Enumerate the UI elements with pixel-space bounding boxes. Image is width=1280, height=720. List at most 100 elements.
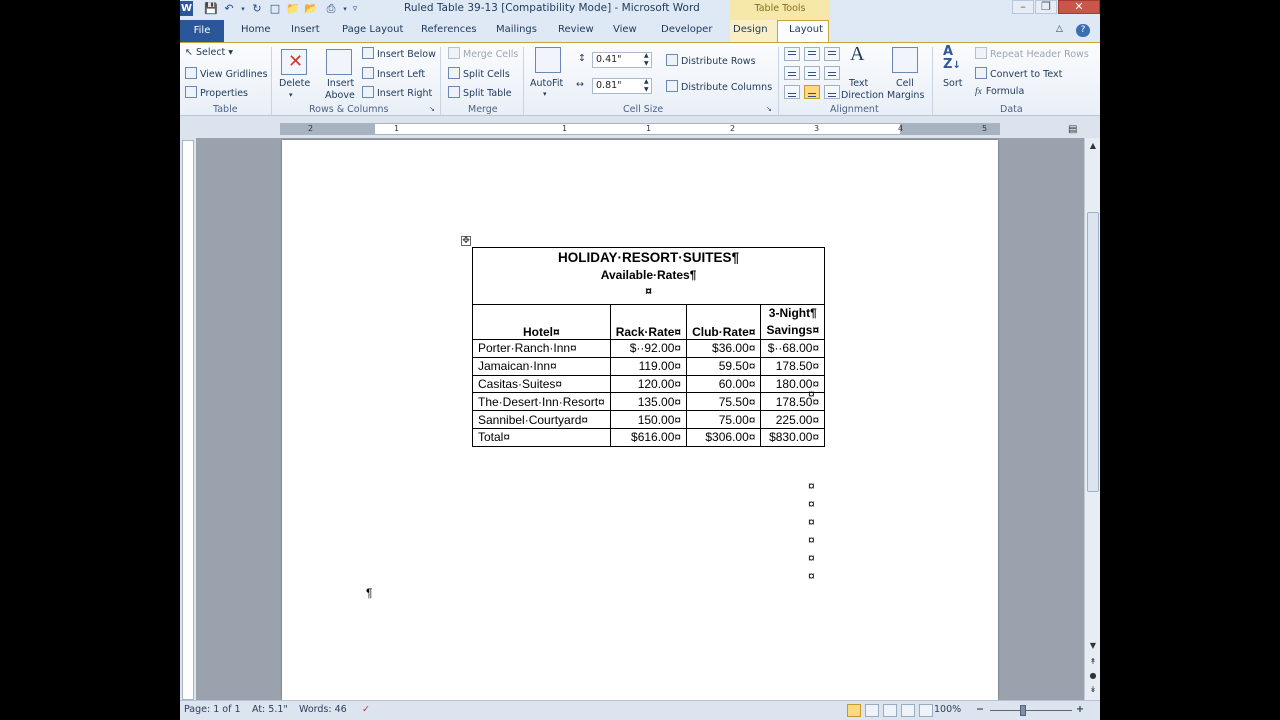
cell-rack-rate[interactable]: $··92.00¤ xyxy=(609,339,688,358)
zoom-slider[interactable] xyxy=(990,710,1072,711)
cell-savings[interactable]: $830.00¤ xyxy=(760,427,826,447)
next-page-icon[interactable]: ↡ xyxy=(1087,684,1099,696)
split-cells-button[interactable]: Split Cells xyxy=(448,67,510,80)
horizontal-ruler[interactable]: 2 1 1 1 2 3 4 5 ▤ xyxy=(180,120,1100,138)
zoom-in-icon[interactable]: + xyxy=(1076,704,1084,715)
autofit-dropdown-icon[interactable]: ▾ xyxy=(543,90,547,98)
header-savings[interactable]: 3-Night¶ Savings¤ xyxy=(760,304,826,340)
column-width-input[interactable]: 0.81" xyxy=(592,78,652,94)
row-height-input[interactable]: 0.41" xyxy=(592,52,652,68)
tab-review[interactable]: Review xyxy=(558,24,594,35)
new-document-icon[interactable]: □ xyxy=(268,2,282,16)
cell-margins-label-2[interactable]: Margins xyxy=(887,90,924,101)
zoom-slider-thumb[interactable] xyxy=(1020,705,1026,716)
repeat-header-rows-button[interactable]: Repeat Header Rows xyxy=(975,47,1089,60)
formula-button[interactable]: fx Formula xyxy=(975,86,1024,97)
delete-button[interactable]: Delete xyxy=(279,78,310,89)
view-gridlines-button[interactable]: View Gridlines xyxy=(185,67,268,80)
autofit-button[interactable]: AutoFit xyxy=(530,78,563,89)
cell-hotel[interactable]: Total¤ xyxy=(472,427,611,447)
cell-club-rate[interactable]: 59.50¤ xyxy=(686,356,762,376)
align-top-center-button[interactable] xyxy=(804,47,820,61)
tab-file[interactable]: File xyxy=(180,20,224,42)
outline-view-icon[interactable] xyxy=(901,704,915,717)
align-bottom-right-button[interactable] xyxy=(824,85,840,99)
tab-insert[interactable]: Insert xyxy=(291,24,320,35)
cell-rack-rate[interactable]: 120.00¤ xyxy=(609,374,688,394)
vertical-scrollbar[interactable]: ▲ ▼ ↟ ● ↡ xyxy=(1084,138,1100,700)
folder-icon[interactable]: 📂 xyxy=(304,2,318,16)
delete-table-icon[interactable]: ✕ xyxy=(281,49,307,75)
previous-page-icon[interactable]: ↟ xyxy=(1087,656,1099,668)
table-title-cell[interactable]: HOLIDAY·RESORT·SUITES¶ Available·Rates¶ … xyxy=(471,247,826,305)
cell-rack-rate[interactable]: $616.00¤ xyxy=(609,427,688,447)
cursor-position[interactable]: At: 5.1" xyxy=(252,704,288,715)
tab-layout[interactable]: Layout xyxy=(789,24,823,35)
browse-object-icon[interactable]: ● xyxy=(1087,670,1099,682)
undo-icon[interactable]: ↶ xyxy=(222,2,236,16)
redo-icon[interactable]: ↻ xyxy=(250,2,264,16)
page-count[interactable]: Page: 1 of 1 xyxy=(184,704,241,715)
scrollbar-thumb[interactable] xyxy=(1087,212,1099,492)
rows-columns-launcher-icon[interactable]: ↘ xyxy=(429,105,435,113)
tab-page-layout[interactable]: Page Layout xyxy=(342,24,403,35)
rates-table[interactable]: HOLIDAY·RESORT·SUITES¶ Available·Rates¶ … xyxy=(471,247,826,447)
insert-above-label-1[interactable]: Insert xyxy=(327,78,354,89)
merge-cells-button[interactable]: Merge Cells xyxy=(448,47,518,60)
align-bottom-center-button[interactable] xyxy=(804,85,820,99)
draft-view-icon[interactable] xyxy=(919,704,933,717)
ruler-toggle-icon[interactable]: ▤ xyxy=(1068,124,1077,135)
tab-references[interactable]: References xyxy=(421,24,477,35)
cell-savings[interactable]: 225.00¤ xyxy=(760,410,826,429)
cell-rack-rate[interactable]: 150.00¤ xyxy=(609,410,688,429)
cell-club-rate[interactable]: $306.00¤ xyxy=(686,427,762,447)
sort-icon[interactable]: A Z↓ xyxy=(943,45,961,72)
zoom-level[interactable]: 100% xyxy=(934,704,961,715)
cell-club-rate[interactable]: 75.00¤ xyxy=(686,410,762,429)
cell-club-rate[interactable]: 60.00¤ xyxy=(686,374,762,394)
help-icon[interactable]: ? xyxy=(1076,24,1090,37)
cell-club-rate[interactable]: 75.50¤ xyxy=(686,392,762,412)
distribute-rows-button[interactable]: Distribute Rows xyxy=(666,54,756,67)
print-layout-view-icon[interactable] xyxy=(847,704,861,717)
autofit-icon[interactable] xyxy=(535,47,561,73)
align-center-right-button[interactable] xyxy=(824,66,840,80)
vertical-ruler[interactable] xyxy=(182,140,194,700)
insert-right-button[interactable]: Insert Right xyxy=(362,86,432,99)
minimize-ribbon-icon[interactable]: △ xyxy=(1056,24,1063,34)
text-direction-label-1[interactable]: Text xyxy=(849,78,868,89)
cell-savings[interactable]: 180.00¤ xyxy=(760,374,826,394)
delete-dropdown-icon[interactable]: ▾ xyxy=(289,91,293,99)
save-icon[interactable]: 💾 xyxy=(204,2,218,16)
tab-design[interactable]: Design xyxy=(733,24,768,35)
tab-view[interactable]: View xyxy=(613,24,637,35)
customize-toolbar-icon[interactable]: ▿ xyxy=(348,2,362,16)
insert-left-button[interactable]: Insert Left xyxy=(362,67,425,80)
column-width-spinner-icon[interactable]: ▲ ▼ xyxy=(644,78,649,94)
minimize-icon[interactable]: – xyxy=(1012,0,1034,14)
row-height-spinner-icon[interactable]: ▲ ▼ xyxy=(644,52,649,68)
select-button[interactable]: ↖ Select ▾ xyxy=(185,47,233,58)
tab-mailings[interactable]: Mailings xyxy=(496,24,537,35)
undo-dropdown-icon[interactable]: ▾ xyxy=(236,2,250,16)
cell-club-rate[interactable]: $36.00¤ xyxy=(686,339,762,358)
full-screen-reading-icon[interactable] xyxy=(865,704,879,717)
scroll-down-icon[interactable]: ▼ xyxy=(1087,640,1099,652)
scroll-up-icon[interactable]: ▲ xyxy=(1087,140,1099,152)
header-rack-rate[interactable]: Rack·Rate¤ xyxy=(609,304,688,340)
restore-icon[interactable]: ❐ xyxy=(1035,0,1057,14)
table-move-handle-icon[interactable]: ✥ xyxy=(461,236,471,246)
proofing-icon[interactable]: ✓ xyxy=(362,704,370,715)
cell-hotel[interactable]: Porter·Ranch·Inn¤ xyxy=(472,339,611,358)
cell-margins-label-1[interactable]: Cell xyxy=(896,78,914,89)
cell-hotel[interactable]: Sannibel·Courtyard¤ xyxy=(472,410,611,429)
cell-hotel[interactable]: Casitas·Suites¤ xyxy=(472,374,611,394)
insert-below-button[interactable]: Insert Below xyxy=(362,47,436,60)
tab-home[interactable]: Home xyxy=(241,24,271,35)
cell-size-launcher-icon[interactable]: ↘ xyxy=(766,105,772,113)
tab-developer[interactable]: Developer xyxy=(661,24,712,35)
cell-savings[interactable]: $··68.00¤ xyxy=(760,339,826,358)
cell-savings[interactable]: 178.50¤ xyxy=(760,392,826,412)
cell-margins-icon[interactable] xyxy=(892,47,918,73)
convert-to-text-button[interactable]: Convert to Text xyxy=(975,67,1062,80)
